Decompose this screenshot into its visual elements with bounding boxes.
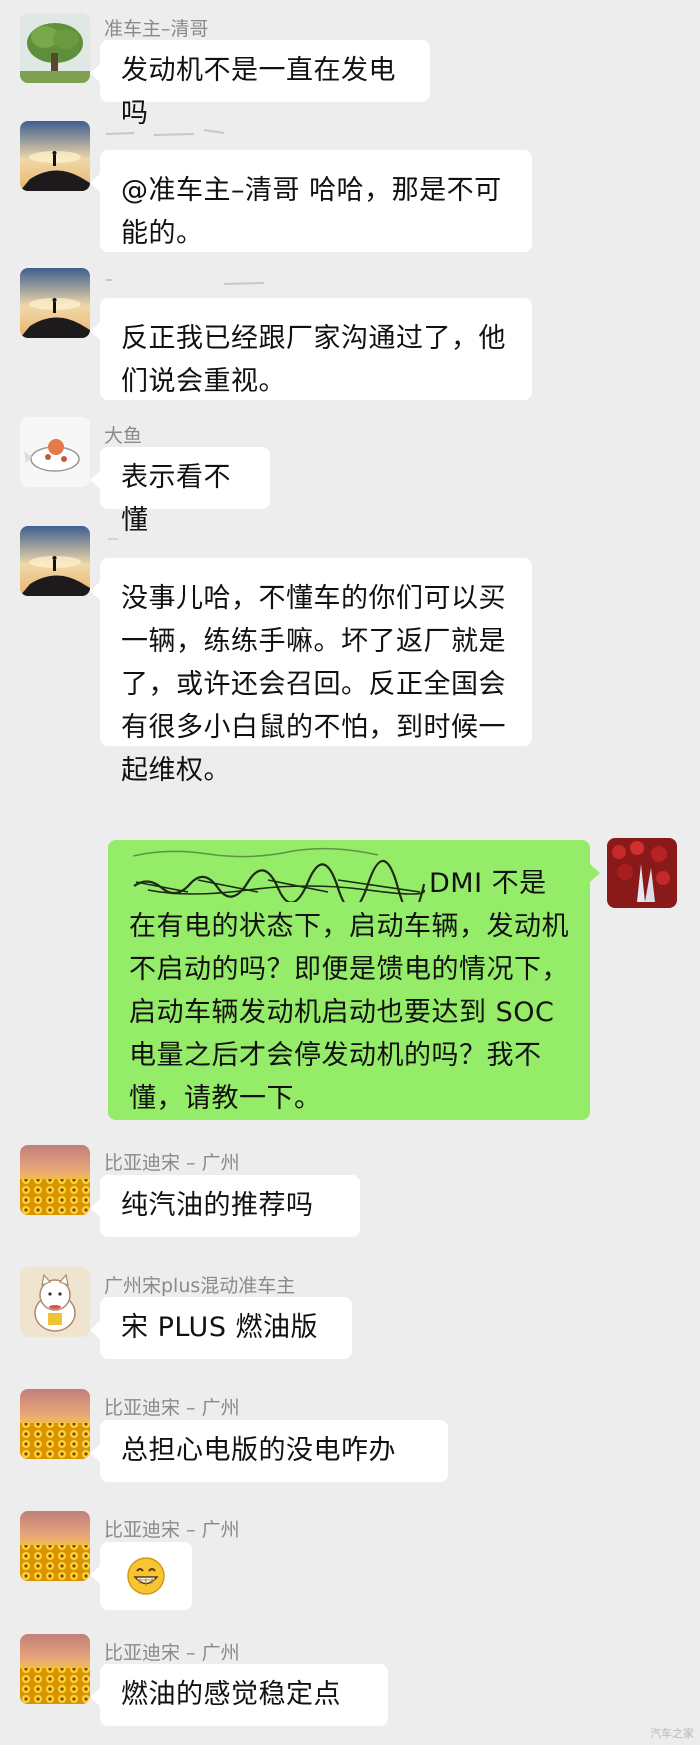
red-flowers-icon (607, 838, 677, 908)
message-bubble[interactable]: 宋 PLUS 燃油版 (90, 1297, 352, 1359)
avatar[interactable] (20, 526, 90, 596)
message-text: 总担心电版的没电咋办 (121, 1435, 396, 1466)
avatar[interactable] (20, 1145, 90, 1215)
sender-name: 比亚迪宋 – 广州 (104, 1397, 240, 1419)
message-text: 宋 PLUS 燃油版 (121, 1312, 319, 1343)
message-bubble[interactable]: 总担心电版的没电咋办 (90, 1420, 448, 1482)
redacted-name-scribble (105, 129, 225, 136)
message-text: 没事儿哈，不懂车的你们可以买一辆，练练手嘛。坏了返厂就是了，或许还会召回。反正全… (121, 583, 506, 786)
avatar[interactable] (20, 1511, 90, 1581)
avatar[interactable] (20, 1267, 90, 1337)
avatar[interactable] (20, 13, 90, 83)
message-bubble[interactable]: 燃油的感觉稳定点 (90, 1664, 388, 1726)
message-text: 纯汽油的推荐吗 (121, 1190, 314, 1221)
sunflower-field-icon (20, 1145, 90, 1215)
lucky-cat-icon (20, 1267, 90, 1337)
sender-name: 比亚迪宋 – 广州 (104, 1152, 240, 1174)
message-bubble[interactable]: 发动机不是一直在发电吗 (90, 40, 430, 129)
sender-name: 大鱼 (104, 425, 143, 447)
sender-name: 比亚迪宋 – 广州 (104, 1519, 240, 1541)
message-text: @准车主–清哥 哈哈，那是不可能的。 (121, 175, 502, 249)
tree-icon (20, 13, 90, 83)
avatar[interactable] (20, 417, 90, 487)
redacted-name-scribble (108, 538, 118, 540)
avatar[interactable] (20, 121, 90, 191)
sender-name: 广州宋plus混动准车主 (104, 1275, 296, 1297)
avatar[interactable] (20, 1634, 90, 1704)
message-bubble[interactable]: 表示看不懂 (90, 447, 270, 536)
grin-emoji-icon (127, 1557, 165, 1595)
message-text: 发动机不是一直在发电吗 (121, 55, 396, 129)
mountain-silhouette-icon (20, 526, 90, 596)
sender-name: 准车主–清哥 (104, 18, 209, 40)
mountain-silhouette-icon (20, 121, 90, 191)
sunflower-field-icon (20, 1511, 90, 1581)
avatar[interactable] (20, 1389, 90, 1459)
avatar[interactable] (20, 268, 90, 338)
message-bubble[interactable]: @准车主–清哥 哈哈，那是不可能的。 (90, 150, 532, 252)
watermark: 汽车之家 (650, 1727, 694, 1740)
redacted-mention-scribble (132, 847, 426, 902)
mountain-silhouette-icon (20, 268, 90, 338)
message-text: 燃油的感觉稳定点 (121, 1679, 341, 1710)
message-text: 反正我已经跟厂家沟通过了，他们说会重视。 (121, 323, 506, 397)
message-text: 表示看不懂 (121, 462, 231, 536)
message-bubble[interactable]: 没事儿哈，不懂车的你们可以买一辆，练练手嘛。坏了返厂就是了，或许还会召回。反正全… (90, 558, 532, 786)
sender-name: 比亚迪宋 – 广州 (104, 1642, 240, 1664)
message-bubble[interactable]: 反正我已经跟厂家沟通过了，他们说会重视。 (90, 298, 532, 400)
sunflower-field-icon (20, 1634, 90, 1704)
self-avatar[interactable] (607, 838, 677, 908)
sunflower-field-icon (20, 1389, 90, 1459)
cartoon-fish-icon (20, 417, 90, 487)
message-bubble[interactable]: 纯汽油的推荐吗 (90, 1175, 360, 1237)
message-text: DMI 不是在有电的状态下，启动车辆，发动机不启动的吗？即便是馈电的情况下，启动… (129, 868, 569, 1114)
redacted-name-scribble (106, 279, 265, 285)
message-bubble[interactable] (90, 1542, 192, 1610)
